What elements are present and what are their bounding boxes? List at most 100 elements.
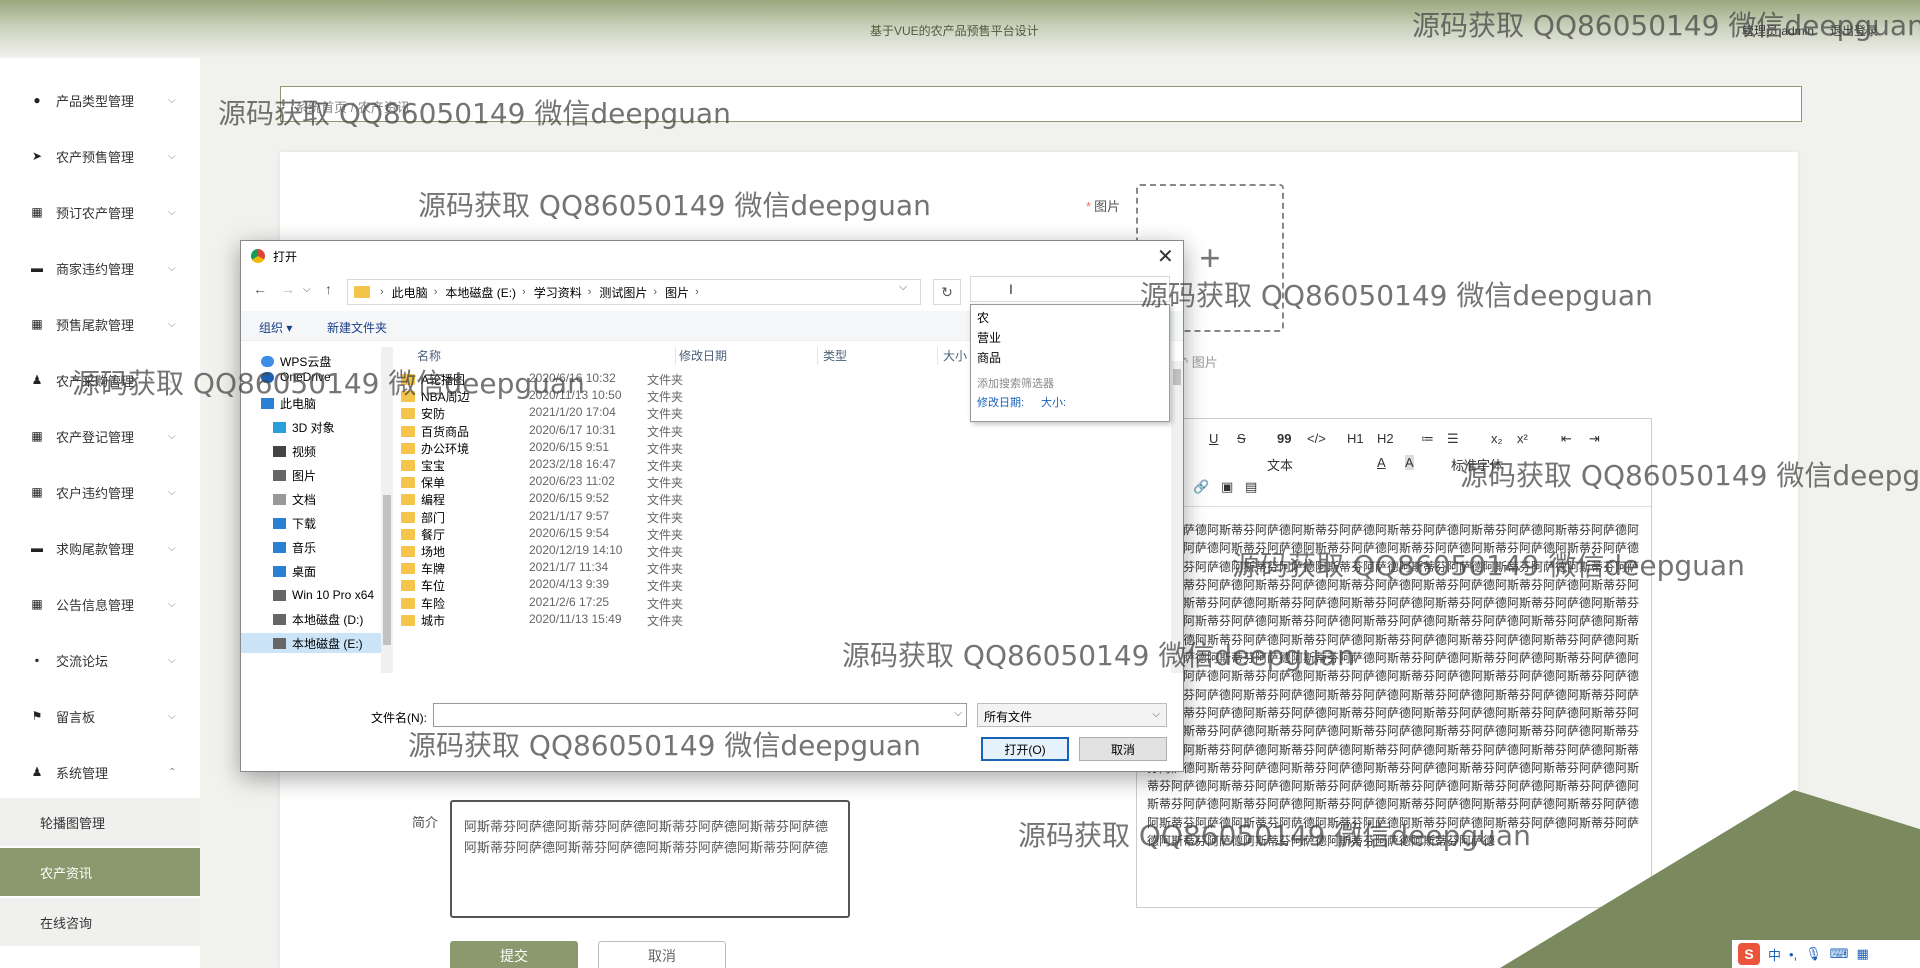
intro-textarea[interactable]: 阿斯蒂芬阿萨德阿斯蒂芬阿萨德阿斯蒂芬阿萨德阿斯蒂芬阿萨德阿斯蒂芬阿萨德阿斯蒂芬阿… (450, 800, 850, 918)
file-row[interactable]: 场地 2020/12/19 14:10 文件夹 (401, 543, 1021, 560)
nav-item-this-pc[interactable]: 此电脑 (261, 393, 316, 413)
nav-item-drive-d[interactable]: 本地磁盘 (D:) (273, 609, 363, 629)
video-icon[interactable]: ▤ (1245, 479, 1257, 495)
strike-button[interactable]: S (1237, 431, 1246, 446)
bullet-list-button[interactable]: ☰ (1447, 431, 1459, 447)
new-folder-button[interactable]: 新建文件夹 (327, 319, 387, 336)
back-icon[interactable]: ← (253, 281, 267, 297)
editor-content[interactable]: 蒂芬阿萨德阿斯蒂芬阿萨德阿斯蒂芬阿萨德阿斯蒂芬阿萨德阿斯蒂芬阿萨德阿斯蒂芬阿萨德… (1137, 507, 1651, 907)
nav-scroll-thumb[interactable] (383, 495, 391, 645)
text-size-select[interactable]: 文本 (1267, 455, 1293, 474)
punctuation-icon[interactable]: •, (1789, 947, 1797, 962)
file-row[interactable]: A轮播图 2020/6/16 10:32 文件夹 (401, 371, 1021, 388)
file-row[interactable]: NBA周边 2020/11/13 10:50 文件夹 (401, 388, 1021, 405)
file-row[interactable]: 部门 2021/1/17 9:57 文件夹 (401, 509, 1021, 526)
file-row[interactable]: 编程 2020/6/15 9:52 文件夹 (401, 491, 1021, 508)
menu-item-registration[interactable]: ▦ 农产登记管理 ⌵ (0, 416, 200, 456)
submenu-news[interactable]: 农产资讯 (0, 848, 200, 896)
nav-item-drive-e[interactable]: 本地磁盘 (E:) (241, 633, 381, 653)
file-type-select[interactable]: 所有文件 ⌵ (977, 703, 1167, 727)
close-icon[interactable]: ✕ (1157, 244, 1174, 269)
filter-date-link[interactable]: 修改日期: (977, 394, 1024, 410)
path-segment[interactable]: 此电脑 (392, 284, 428, 301)
menu-item-notice[interactable]: ▦ 公告信息管理 ⌵ (0, 584, 200, 624)
nav-scrollbar[interactable] (381, 347, 393, 673)
code-button[interactable]: </> (1307, 431, 1326, 446)
nav-item-desktop[interactable]: 桌面 (273, 561, 316, 581)
h1-button[interactable]: H1 (1347, 431, 1364, 446)
nav-item-documents[interactable]: 文档 (273, 489, 316, 509)
filter-size-link[interactable]: 大小: (1041, 394, 1066, 410)
nav-item-drive-c[interactable]: Win 10 Pro x64 (273, 585, 374, 605)
file-row[interactable]: 宝宝 2023/2/18 16:47 文件夹 (401, 457, 1021, 474)
file-row[interactable]: 餐厅 2020/6/15 9:54 文件夹 (401, 526, 1021, 543)
image-icon[interactable]: ▣ (1221, 479, 1233, 495)
path-segment[interactable]: 图片 (665, 284, 689, 301)
up-icon[interactable]: ↑ (325, 281, 332, 297)
search-input[interactable]: I (970, 276, 1170, 302)
column-size[interactable]: 大小 (943, 343, 967, 367)
path-segment[interactable]: 本地磁盘 (E:) (445, 284, 516, 301)
address-dropdown-icon[interactable]: ⌵ (899, 281, 907, 294)
path-segment[interactable]: 测试图片 (599, 284, 647, 301)
h2-button[interactable]: H2 (1377, 431, 1394, 446)
menu-item-presale-balance[interactable]: ▦ 预售尾款管理 ⌵ (0, 304, 200, 344)
nav-item-music[interactable]: 音乐 (273, 537, 316, 557)
submenu-carousel[interactable]: 轮播图管理 (0, 798, 200, 846)
file-row[interactable]: 安防 2021/1/20 17:04 文件夹 (401, 405, 1021, 422)
microphone-icon[interactable]: 🎙 (1805, 946, 1822, 962)
menu-item-presale[interactable]: ➤ 农产预售管理 ⌵ (0, 136, 200, 176)
menu-item-merchant-breach[interactable]: ▬ 商家违约管理 ⌵ (0, 248, 200, 288)
background-color-button[interactable]: A (1405, 455, 1414, 470)
menu-item-forum[interactable]: ▪ 交流论坛 ⌵ (0, 640, 200, 680)
file-row[interactable]: 车牌 2021/1/7 11:34 文件夹 (401, 560, 1021, 577)
menu-item-farmer-breach[interactable]: ▦ 农户违约管理 ⌵ (0, 472, 200, 512)
suggestion-item[interactable]: 营业 (977, 329, 1001, 346)
submenu-consult[interactable]: 在线咨询 (0, 898, 200, 946)
address-bar[interactable]: › 此电脑 › 本地磁盘 (E:) › 学习资料 › 测试图片 › 图片 › (347, 279, 921, 305)
nav-item-downloads[interactable]: 下载 (273, 513, 316, 533)
rich-text-editor[interactable]: I U S 99 </> H1 H2 ≔ ☰ x₂ x² ⇤ ⇥ 文本 A A … (1136, 418, 1652, 908)
keyboard-icon[interactable]: ⌨ (1830, 946, 1849, 962)
nav-item-videos[interactable]: 视频 (273, 441, 316, 461)
quote-button[interactable]: 99 (1277, 431, 1291, 446)
refresh-icon[interactable]: ↻ (933, 279, 961, 305)
column-type[interactable]: 类型 (823, 343, 847, 367)
ime-language[interactable]: 中 (1768, 945, 1781, 964)
menu-item-booking[interactable]: ▦ 预订农产管理 ⌵ (0, 192, 200, 232)
file-scroll-thumb[interactable] (1173, 369, 1181, 385)
subscript-button[interactable]: x₂ (1491, 431, 1503, 446)
nav-item-onedrive[interactable]: OneDrive (261, 367, 331, 387)
menu-item-product-type[interactable]: ● 产品类型管理 ⌵ (0, 80, 200, 120)
file-row[interactable]: 保单 2020/6/23 11:02 文件夹 (401, 474, 1021, 491)
path-segment[interactable]: 学习资料 (534, 284, 582, 301)
link-icon[interactable]: 🔗 (1193, 479, 1209, 495)
recent-dropdown-icon[interactable]: ⌵ (303, 284, 311, 295)
menu-item-purchase[interactable]: ♟ 农产采购管理 ⌵ (0, 360, 200, 400)
nav-item-pictures[interactable]: 图片 (273, 465, 316, 485)
file-row[interactable]: 车险 2021/2/6 17:25 文件夹 (401, 595, 1021, 612)
underline-button[interactable]: U (1209, 431, 1218, 446)
forward-icon[interactable]: → (281, 281, 295, 297)
submit-button[interactable]: 提交 (450, 941, 578, 968)
superscript-button[interactable]: x² (1517, 431, 1528, 446)
menu-icon[interactable]: ▦ (1856, 946, 1868, 962)
open-button[interactable]: 打开(O) (981, 737, 1069, 761)
column-date[interactable]: 修改日期 (679, 343, 727, 367)
sogou-logo-icon[interactable]: S (1738, 943, 1760, 965)
outdent-button[interactable]: ⇤ (1561, 431, 1572, 447)
menu-item-system[interactable]: ♟ 系统管理 ⌃ (0, 752, 200, 792)
font-color-button[interactable]: A (1377, 455, 1386, 470)
menu-item-demand-balance[interactable]: ▬ 求购尾款管理 ⌵ (0, 528, 200, 568)
column-name[interactable]: 名称 (417, 343, 441, 367)
file-row[interactable]: 车位 2020/4/13 9:39 文件夹 (401, 577, 1021, 594)
suggestion-item[interactable]: 商品 (977, 349, 1001, 366)
organize-button[interactable]: 组织 ▾ (259, 319, 292, 336)
logout-link[interactable]: 退出登录 (1830, 22, 1878, 39)
file-row[interactable]: 城市 2020/11/13 15:49 文件夹 (401, 612, 1021, 629)
menu-item-message-board[interactable]: ⚑ 留言板 ⌵ (0, 696, 200, 736)
nav-item-3d[interactable]: 3D 对象 (273, 417, 335, 437)
file-scrollbar[interactable] (1171, 361, 1183, 673)
dialog-cancel-button[interactable]: 取消 (1079, 737, 1167, 761)
file-row[interactable]: 百货商品 2020/6/17 10:31 文件夹 (401, 423, 1021, 440)
